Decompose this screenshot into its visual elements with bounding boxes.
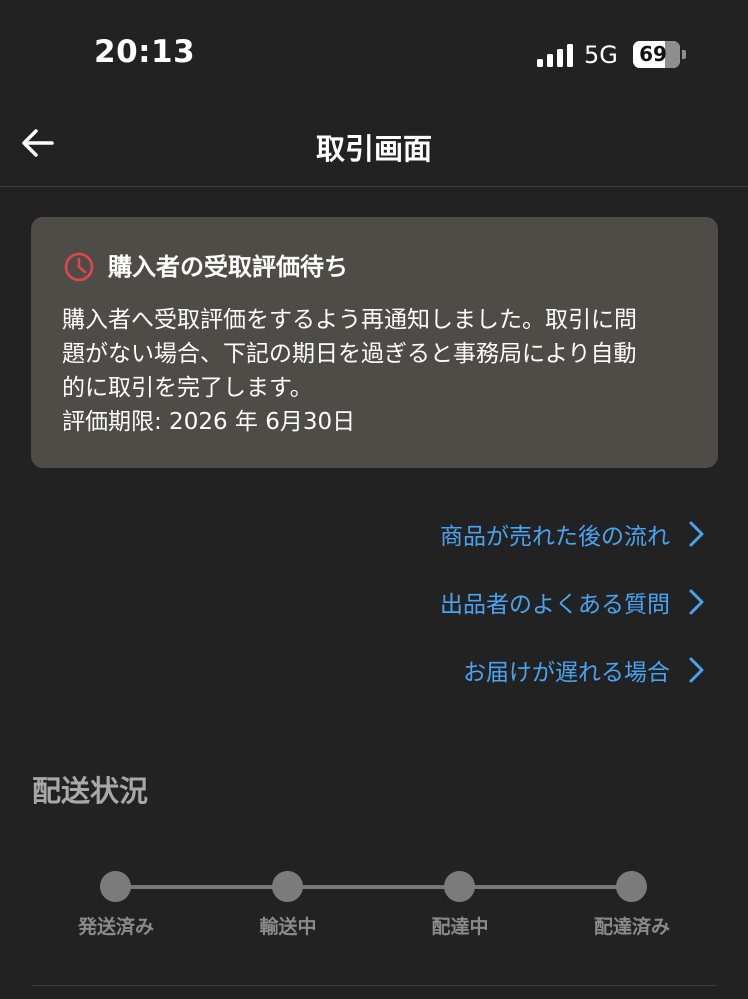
signal-icon: [537, 43, 574, 67]
clock-icon: [64, 252, 94, 282]
battery-icon: 69: [633, 41, 680, 68]
evaluation-deadline: 評価期限: 2026 年 6月30日: [62, 409, 356, 435]
step-label-shipped: 発送済み: [77, 916, 154, 938]
delivery-status-title: 配送状況: [32, 774, 149, 808]
chevron-right-icon: [689, 589, 704, 615]
delivery-progress-line: [115, 885, 631, 889]
step-dot-out-for-delivery: [444, 871, 475, 902]
nav-bar: 取引画面: [0, 110, 748, 187]
bottom-divider: [31, 985, 717, 986]
link-label: 商品が売れた後の流れ: [440, 524, 670, 550]
battery-level: 69: [639, 42, 667, 66]
status-bar: 20:13 5G 69: [0, 0, 748, 110]
battery-cap: [682, 50, 686, 59]
notice-line-3: 的に取引を完了します。: [62, 375, 313, 401]
evaluation-notice-card: 購入者の受取評価待ち 購入者へ受取評価をするよう再通知しました。取引に問 題がな…: [31, 217, 718, 468]
step-label-in-transit: 輸送中: [259, 916, 317, 938]
link-seller-faq[interactable]: 出品者のよくある質問: [440, 584, 708, 620]
step-label-out-for-delivery: 配達中: [431, 916, 489, 938]
step-dot-in-transit: [272, 871, 303, 902]
link-delivery-delay[interactable]: お届けが遅れる場合: [463, 652, 708, 688]
notice-title: 購入者の受取評価待ち: [108, 253, 348, 281]
network-type: 5G: [584, 41, 618, 69]
notice-line-2: 題がない場合、下記の期日を過ぎると事務局により自動: [62, 341, 637, 367]
link-label: 出品者のよくある質問: [440, 592, 670, 618]
chevron-right-icon: [689, 657, 704, 683]
status-time: 20:13: [94, 34, 196, 70]
trade-screen: 20:13 5G 69 取引画面 購入者の受取評価待ち 購入者へ受取評価をするよ…: [0, 0, 748, 999]
step-dot-delivered: [616, 871, 647, 902]
step-label-delivered: 配達済み: [593, 916, 670, 938]
step-dot-shipped: [100, 871, 131, 902]
link-label: お届けが遅れる場合: [463, 660, 670, 686]
page-title: 取引画面: [315, 132, 432, 166]
notice-body: 購入者へ受取評価をするよう再通知しました。取引に問 題がない場合、下記の期日を過…: [62, 303, 702, 439]
notice-line-1: 購入者へ受取評価をするよう再通知しました。取引に問: [62, 307, 637, 333]
chevron-right-icon: [689, 521, 704, 547]
link-flow-after-sale[interactable]: 商品が売れた後の流れ: [440, 516, 708, 552]
